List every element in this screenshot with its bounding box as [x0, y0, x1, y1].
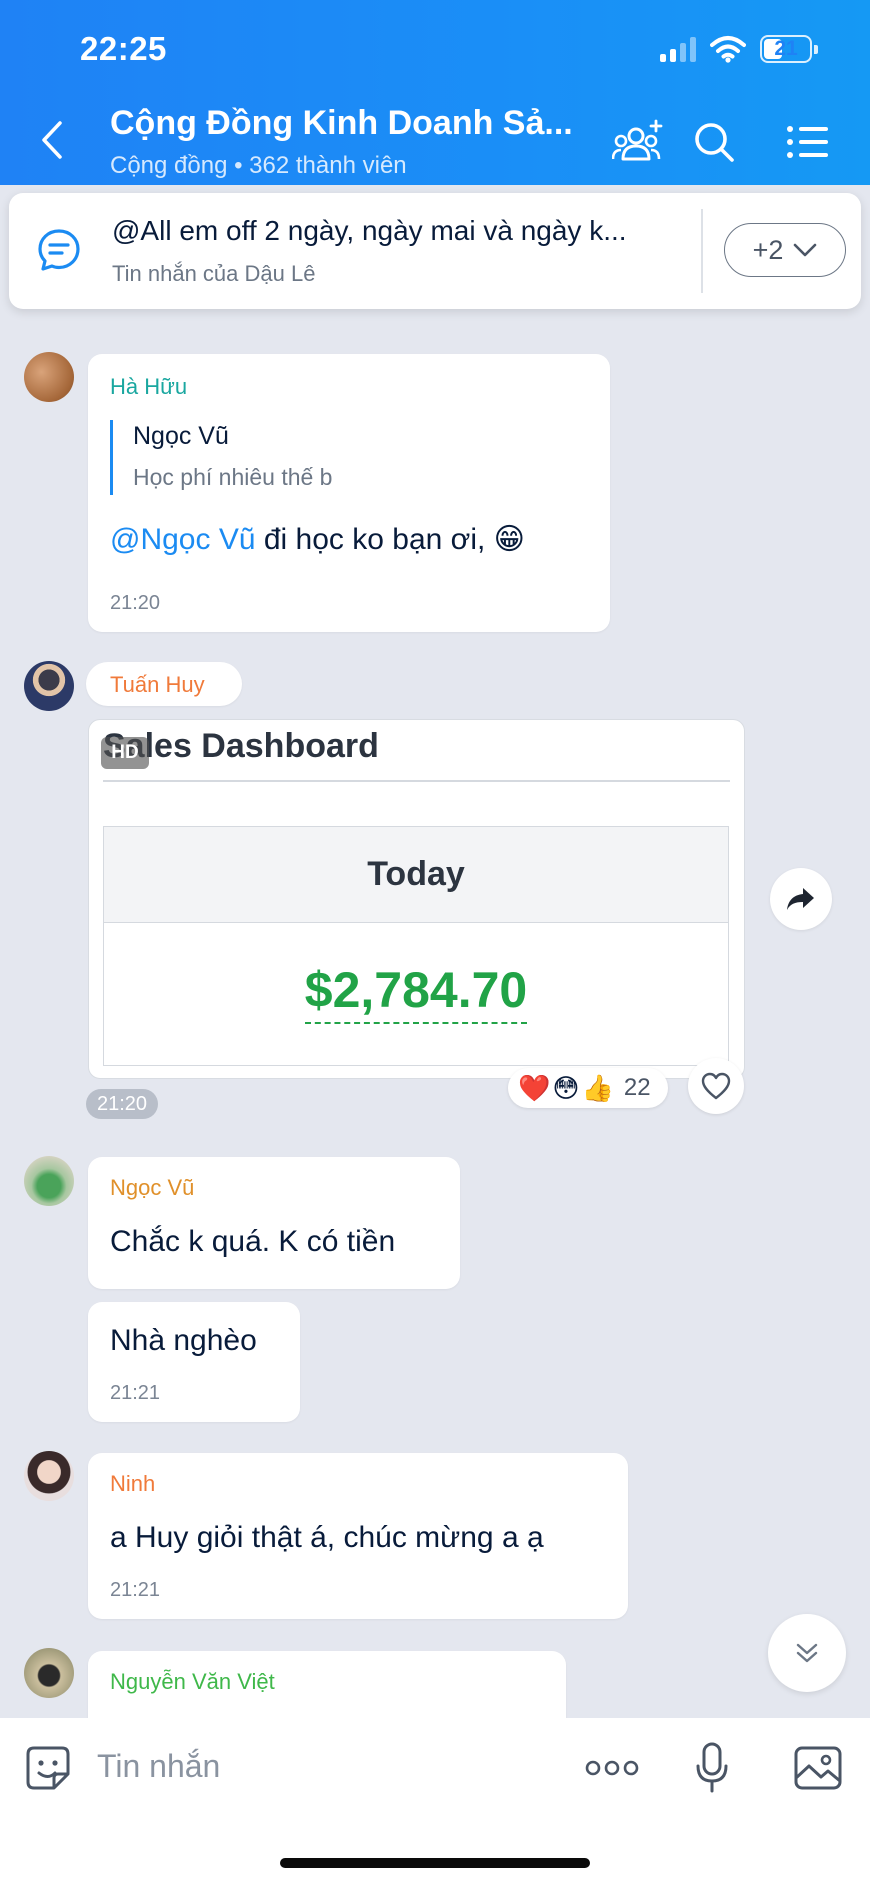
search-icon [695, 123, 734, 162]
pinned-author: Tin nhắn của Dậu Lê [112, 261, 316, 286]
sticker-button[interactable] [20, 1740, 76, 1796]
pinned-chat-icon [38, 229, 80, 271]
message-text: a Huy giỏi thật á, chúc mừng a ạ [110, 1521, 544, 1554]
avatar[interactable] [24, 1451, 74, 1501]
status-time: 22:25 [80, 30, 167, 67]
image-column-label: Today [104, 827, 728, 923]
scroll-down-button[interactable] [768, 1614, 846, 1692]
chat-header: 22:25 21 Cộng Đồng Kinh Doanh Sả... Cộng… [0, 0, 870, 185]
avatar[interactable] [24, 1156, 74, 1206]
sender-name[interactable]: Nguyễn Văn Việt [110, 1669, 275, 1695]
sender-name[interactable]: Ninh [110, 1471, 155, 1497]
add-member-button[interactable] [612, 116, 664, 168]
avatar[interactable] [24, 1648, 74, 1698]
share-icon [787, 888, 814, 910]
share-button[interactable] [770, 868, 832, 930]
message-bubble[interactable]: Ngọc Vũ Chắc k quá. K có tiền [88, 1157, 460, 1289]
image-time: 21:20 [86, 1089, 158, 1119]
mention-link[interactable]: @Ngọc Vũ [110, 523, 256, 556]
message-text: Nhà nghèo [110, 1324, 257, 1357]
home-indicator [280, 1858, 590, 1868]
pinned-more-button[interactable]: +2 [724, 223, 846, 277]
photo-button[interactable] [790, 1740, 846, 1796]
wifi-icon [710, 36, 746, 63]
signal-icon [660, 36, 696, 62]
quote-text: Học phí nhiêu thế b [133, 464, 333, 490]
avatar[interactable] [24, 661, 74, 711]
sender-pill[interactable]: Tuấn Huy [86, 662, 242, 706]
back-button[interactable] [40, 118, 76, 162]
image-value-text: $2,784.70 [304, 962, 528, 1024]
quoted-message[interactable]: Ngọc Vũ Học phí nhiêu thế b [110, 420, 490, 495]
message-bubble[interactable]: Ninh a Huy giỏi thật á, chúc mừng a ạ 21… [88, 1453, 628, 1619]
image-panel: Today $2,784.70 [103, 826, 729, 1066]
reaction-summary[interactable]: ❤️ 😳 👍 22 [508, 1068, 668, 1108]
more-icon [585, 1760, 639, 1776]
image-attachment[interactable]: Sales Dashboard HD Today $2,784.70 [88, 719, 745, 1079]
hd-badge: HD [101, 737, 149, 769]
menu-button[interactable] [782, 116, 834, 168]
grin-emoji: 😁 [493, 523, 525, 556]
surprised-reaction-emoji: 😳 [552, 1073, 580, 1103]
chat-subtitle[interactable]: Cộng đồng • 362 thành viên [110, 152, 407, 180]
avatar[interactable] [24, 352, 74, 402]
divider [701, 209, 703, 293]
message-time: 21:20 [110, 592, 161, 614]
message-time: 21:21 [110, 1382, 161, 1404]
battery-level: 21 [774, 37, 798, 60]
search-button[interactable] [688, 116, 740, 168]
pinned-message-bar[interactable]: @All em off 2 ngày, ngày mai và ngày k..… [9, 193, 861, 309]
sender-name[interactable]: Hà Hữu [110, 374, 187, 400]
heart-icon [701, 1072, 731, 1100]
message-text: Chắc k quá. K có tiền [110, 1225, 396, 1258]
message-bubble[interactable]: Nhà nghèo 21:21 [88, 1302, 300, 1422]
status-icons: 21 [660, 34, 818, 64]
heart-reaction-emoji: ❤️ [518, 1073, 551, 1103]
image-icon [794, 1746, 842, 1790]
message-body: đi học ko bạn ơi, [255, 523, 494, 556]
menu-icon [787, 126, 828, 158]
sender-name[interactable]: Tuấn Huy [110, 672, 205, 698]
back-icon [42, 121, 62, 159]
pinned-text: @All em off 2 ngày, ngày mai và ngày k..… [112, 215, 627, 246]
scroll-down-icon [796, 1643, 818, 1663]
mic-icon [696, 1742, 728, 1793]
sticker-icon [26, 1746, 70, 1790]
add-member-icon [612, 119, 663, 161]
message-text: @Ngọc Vũ đi học ko bạn ơi, 😁 [110, 522, 525, 557]
react-button[interactable] [688, 1058, 744, 1114]
sender-name[interactable]: Ngọc Vũ [110, 1175, 194, 1201]
divider [103, 780, 730, 782]
message-bubble[interactable]: Hà Hữu Ngọc Vũ Học phí nhiêu thế b @Ngọc… [88, 354, 610, 632]
image-value: $2,784.70 [104, 961, 728, 1024]
quote-author: Ngọc Vũ [133, 422, 229, 450]
battery-icon: 21 [760, 35, 818, 63]
thumbs-up-reaction-emoji: 👍 [581, 1073, 614, 1103]
message-input[interactable]: Tin nhắn [97, 1748, 220, 1785]
chevron-down-icon [794, 243, 817, 257]
voice-button[interactable] [684, 1740, 740, 1796]
pinned-more-count: +2 [752, 234, 784, 265]
more-button[interactable] [584, 1740, 640, 1796]
message-time: 21:21 [110, 1579, 161, 1601]
message-input-bar: Tin nhắn [0, 1718, 870, 1883]
reaction-count: 22 [623, 1074, 651, 1101]
chat-title[interactable]: Cộng Đồng Kinh Doanh Sả... [110, 104, 573, 143]
